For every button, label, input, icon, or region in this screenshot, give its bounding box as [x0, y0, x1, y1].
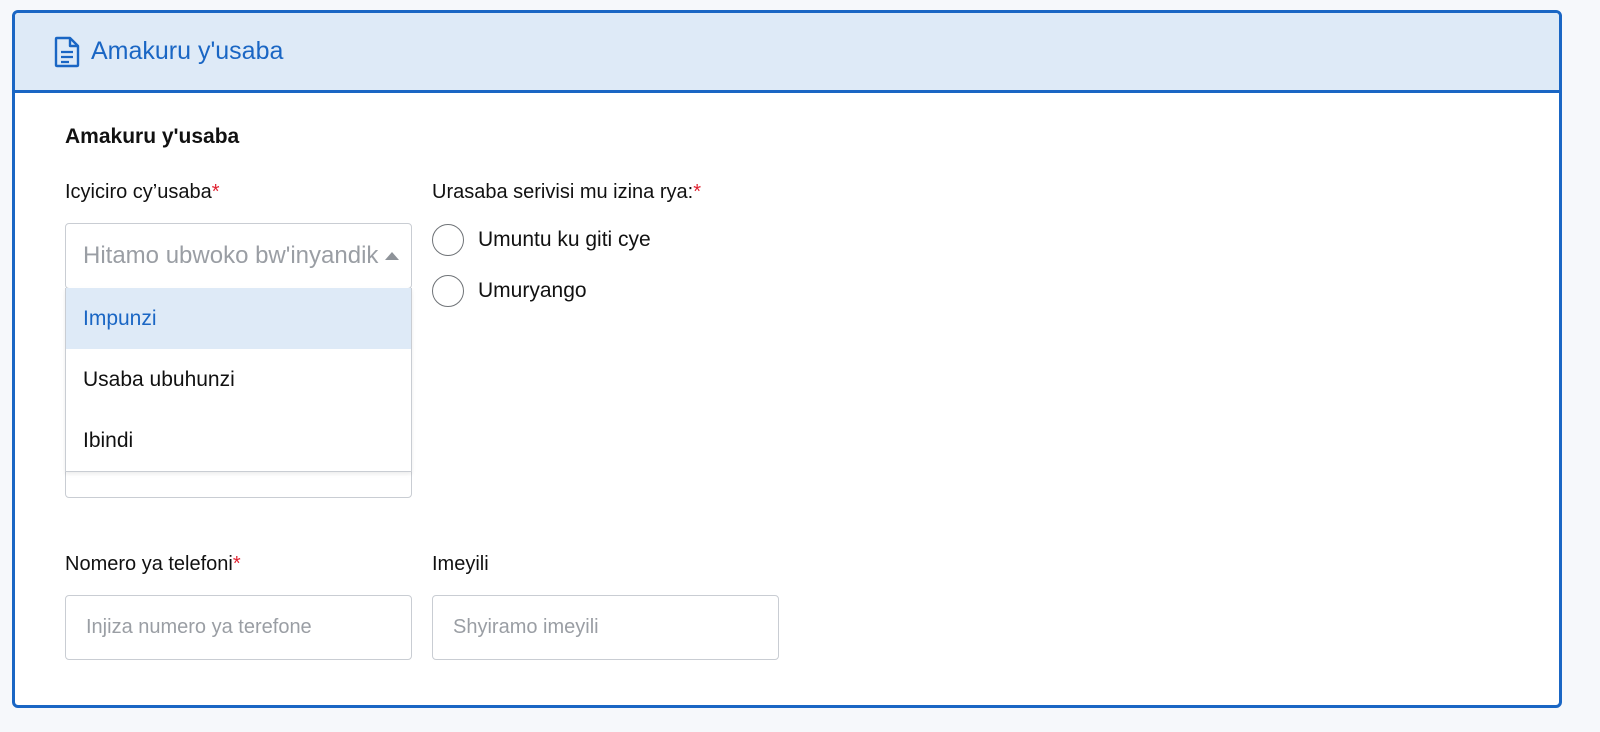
radio-button[interactable] [432, 275, 464, 307]
service-on-behalf-label: Urasaba serivisi mu izina rya:* [432, 181, 701, 204]
radio-button[interactable] [432, 224, 464, 256]
email-input[interactable] [432, 595, 779, 660]
required-mark: * [232, 553, 241, 575]
dropdown-option-ibindi[interactable]: Ibindi [66, 410, 411, 471]
dropdown-option-impunzi[interactable]: Impunzi [66, 288, 411, 349]
radio-option-individual[interactable]: Umuntu ku giti cye [432, 224, 651, 256]
applicant-info-card: Amakuru y'usaba Amakuru y'usaba Icyiciro… [12, 10, 1562, 708]
applicant-category-dropdown: Impunzi Usaba ubuhunzi Ibindi [65, 288, 412, 472]
applicant-category-select[interactable]: Hitamo ubwoko bw'inyandiko [65, 223, 412, 289]
radio-label: Umuryango [478, 279, 587, 302]
document-icon [53, 36, 81, 68]
section-title: Amakuru y'usaba [65, 125, 240, 148]
radio-option-family[interactable]: Umuryango [432, 275, 587, 307]
caret-up-icon[interactable] [385, 252, 399, 260]
dropdown-option-usaba-ubuhunzi[interactable]: Usaba ubuhunzi [66, 349, 411, 410]
email-label-text: Imeyili [432, 553, 489, 575]
service-on-behalf-label-text: Urasaba serivisi mu izina rya: [432, 181, 694, 203]
applicant-category-label: Icyiciro cy’usaba* [65, 181, 220, 204]
phone-label: Nomero ya telefoni* [65, 553, 241, 576]
email-label: Imeyili [432, 553, 489, 576]
card-header: Amakuru y'usaba [15, 13, 1559, 93]
select-placeholder: Hitamo ubwoko bw'inyandiko [83, 242, 379, 269]
card-title: Amakuru y'usaba [91, 37, 284, 65]
required-mark: * [211, 181, 220, 203]
phone-label-text: Nomero ya telefoni [65, 553, 233, 575]
radio-label: Umuntu ku giti cye [478, 228, 651, 251]
required-mark: * [693, 181, 701, 203]
applicant-category-label-text: Icyiciro cy’usaba [65, 181, 212, 203]
phone-input[interactable] [65, 595, 412, 660]
